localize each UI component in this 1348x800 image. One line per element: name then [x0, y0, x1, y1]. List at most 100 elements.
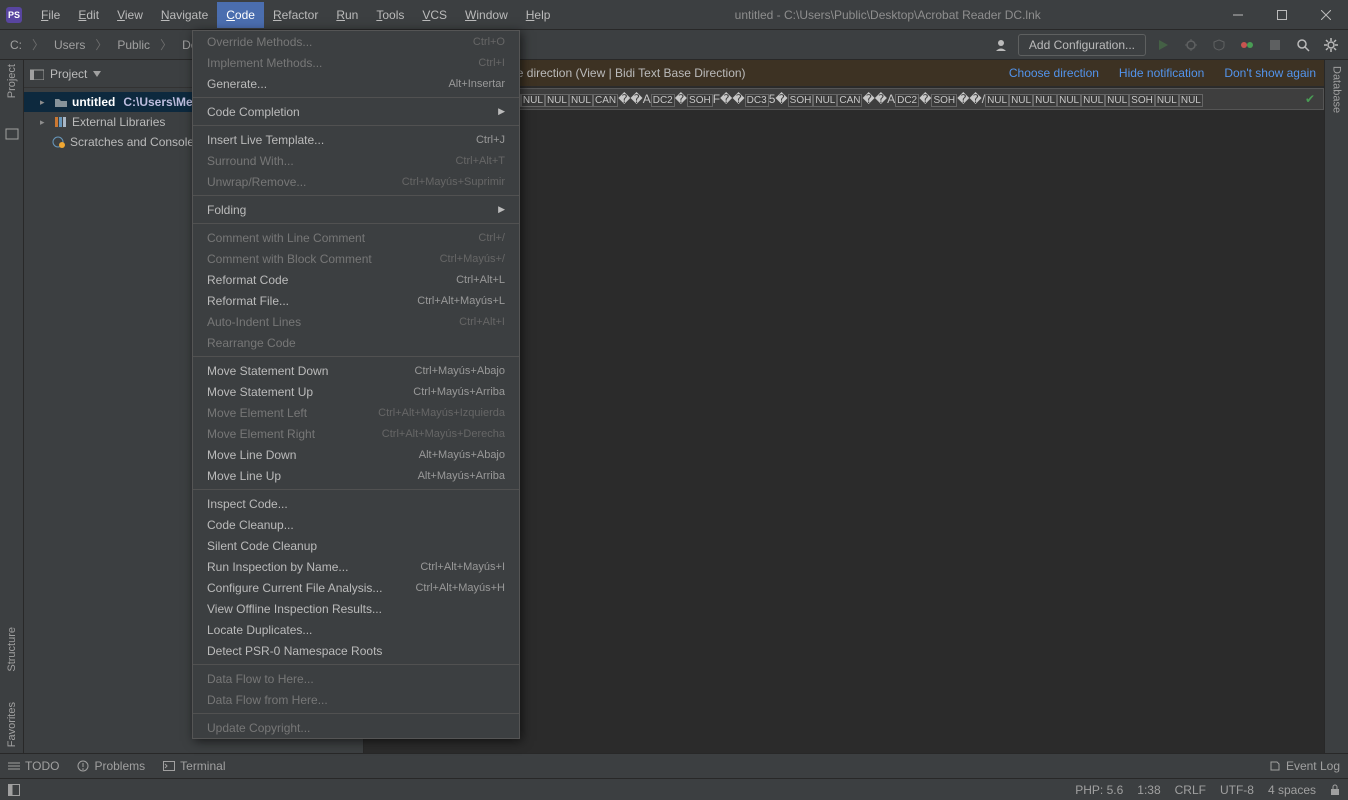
- menu-edit[interactable]: Edit: [69, 2, 108, 28]
- menu-item: Rearrange Code: [193, 332, 519, 353]
- menu-item[interactable]: Move Line DownAlt+Mayús+Abajo: [193, 444, 519, 465]
- menu-item[interactable]: Locate Duplicates...: [193, 619, 519, 640]
- menu-item: Update Copyright...: [193, 717, 519, 738]
- run-icon[interactable]: [1152, 34, 1174, 56]
- menu-view[interactable]: View: [108, 2, 152, 28]
- breadcrumb-item[interactable]: C:: [6, 36, 26, 54]
- breadcrumb-separator-icon: 〉: [156, 34, 176, 55]
- eventlog-icon: [1269, 760, 1281, 772]
- menu-item[interactable]: Code Completion▶: [193, 101, 519, 122]
- menu-item: Move Element LeftCtrl+Alt+Mayús+Izquierd…: [193, 402, 519, 423]
- structure-tool-tab[interactable]: Structure: [6, 627, 18, 672]
- menu-item[interactable]: Reformat File...Ctrl+Alt+Mayús+L: [193, 290, 519, 311]
- menu-vcs[interactable]: VCS: [413, 2, 456, 28]
- status-position[interactable]: 1:38: [1137, 783, 1160, 797]
- menu-item: Unwrap/Remove...Ctrl+Mayús+Suprimir: [193, 171, 519, 192]
- menu-item[interactable]: Insert Live Template...Ctrl+J: [193, 129, 519, 150]
- eventlog-tool-button[interactable]: Event Log: [1269, 759, 1340, 773]
- todo-icon: [8, 761, 20, 771]
- menu-item: Data Flow to Here...: [193, 668, 519, 689]
- chevron-down-icon[interactable]: [93, 71, 101, 77]
- breadcrumb-item[interactable]: Users: [50, 36, 89, 54]
- menu-help[interactable]: Help: [517, 2, 560, 28]
- menu-item[interactable]: Move Statement UpCtrl+Mayús+Arriba: [193, 381, 519, 402]
- menu-item[interactable]: Silent Code Cleanup: [193, 535, 519, 556]
- settings-icon[interactable]: [1320, 34, 1342, 56]
- menu-item: Implement Methods...Ctrl+I: [193, 52, 519, 73]
- eventlog-label: Event Log: [1286, 759, 1340, 773]
- menu-refactor[interactable]: Refactor: [264, 2, 327, 28]
- close-button[interactable]: [1304, 0, 1348, 30]
- menu-item[interactable]: Reformat CodeCtrl+Alt+L: [193, 269, 519, 290]
- minimize-button[interactable]: [1216, 0, 1260, 30]
- status-encoding[interactable]: UTF-8: [1220, 783, 1254, 797]
- coverage-icon[interactable]: [1208, 34, 1230, 56]
- problems-label: Problems: [94, 759, 145, 773]
- app-logo: PS: [6, 7, 22, 23]
- close-icon: [1321, 10, 1331, 20]
- todo-tool-button[interactable]: TODO: [8, 759, 59, 773]
- toolwindows-toggle-icon[interactable]: [8, 784, 20, 796]
- menu-item: Move Element RightCtrl+Alt+Mayús+Derecha: [193, 423, 519, 444]
- library-icon: [54, 116, 68, 128]
- status-line-ending[interactable]: CRLF: [1175, 783, 1206, 797]
- menu-code[interactable]: Code: [217, 2, 264, 28]
- title-bar: PS FileEditViewNavigateCodeRefactorRunTo…: [0, 0, 1348, 30]
- menu-item[interactable]: Folding▶: [193, 199, 519, 220]
- terminal-icon: [163, 761, 175, 771]
- maximize-button[interactable]: [1260, 0, 1304, 30]
- favorites-tool-tab[interactable]: Favorites: [6, 702, 18, 747]
- status-indent[interactable]: 4 spaces: [1268, 783, 1316, 797]
- stop-icon[interactable]: [1264, 34, 1286, 56]
- problems-tool-button[interactable]: Problems: [77, 759, 145, 773]
- analysis-ok-icon[interactable]: ✔: [1305, 92, 1315, 106]
- search-icon[interactable]: [1292, 34, 1314, 56]
- menu-item: Override Methods...Ctrl+O: [193, 31, 519, 52]
- menu-run[interactable]: Run: [327, 2, 367, 28]
- menu-item[interactable]: Inspect Code...: [193, 493, 519, 514]
- bookmark-icon[interactable]: [5, 128, 19, 140]
- menu-item: Auto-Indent LinesCtrl+Alt+I: [193, 311, 519, 332]
- maximize-icon: [1277, 10, 1287, 20]
- menu-item: Surround With...Ctrl+Alt+T: [193, 150, 519, 171]
- menu-window[interactable]: Window: [456, 2, 517, 28]
- breadcrumb-separator-icon: 〉: [28, 34, 48, 55]
- bottom-toolstrip: TODO Problems Terminal Event Log: [0, 753, 1348, 778]
- left-tool-gutter: Project Structure Favorites: [0, 60, 24, 753]
- menu-item: Comment with Block CommentCtrl+Mayús+/: [193, 248, 519, 269]
- terminal-tool-button[interactable]: Terminal: [163, 759, 225, 773]
- breadcrumb-item[interactable]: Public: [113, 36, 154, 54]
- user-icon[interactable]: [990, 34, 1012, 56]
- add-configuration-button[interactable]: Add Configuration...: [1018, 34, 1146, 56]
- terminal-label: Terminal: [180, 759, 225, 773]
- menu-item[interactable]: Configure Current File Analysis...Ctrl+A…: [193, 577, 519, 598]
- menu-item[interactable]: Move Statement DownCtrl+Mayús+Abajo: [193, 360, 519, 381]
- menu-item[interactable]: Move Line UpAlt+Mayús+Arriba: [193, 465, 519, 486]
- choose-direction-link[interactable]: Choose direction: [1009, 66, 1099, 80]
- hide-notification-link[interactable]: Hide notification: [1119, 66, 1204, 80]
- scratch-icon: [52, 136, 66, 148]
- project-tool-tab[interactable]: Project: [6, 64, 18, 98]
- status-bar: PHP: 5.6 1:38 CRLF UTF-8 4 spaces: [0, 778, 1348, 800]
- dont-show-again-link[interactable]: Don't show again: [1224, 66, 1316, 80]
- folder-icon: [54, 96, 68, 108]
- project-view-icon: [30, 68, 44, 80]
- breadcrumb-separator-icon: 〉: [91, 34, 111, 55]
- menu-item[interactable]: Generate...Alt+Insertar: [193, 73, 519, 94]
- database-tool-tab[interactable]: Database: [1331, 60, 1343, 113]
- menu-navigate[interactable]: Navigate: [152, 2, 217, 28]
- project-name: untitled: [72, 95, 115, 109]
- menu-item[interactable]: Code Cleanup...: [193, 514, 519, 535]
- menu-file[interactable]: File: [32, 2, 69, 28]
- status-php[interactable]: PHP: 5.6: [1075, 783, 1123, 797]
- listen-icon[interactable]: [1236, 34, 1258, 56]
- debug-icon[interactable]: [1180, 34, 1202, 56]
- menu-item[interactable]: View Offline Inspection Results...: [193, 598, 519, 619]
- menu-item[interactable]: Run Inspection by Name...Ctrl+Alt+Mayús+…: [193, 556, 519, 577]
- menu-item[interactable]: Detect PSR-0 Namespace Roots: [193, 640, 519, 661]
- status-lock-icon[interactable]: [1330, 784, 1340, 796]
- right-tool-gutter: Database: [1324, 60, 1348, 753]
- external-libraries-label: External Libraries: [72, 115, 165, 129]
- menu-tools[interactable]: Tools: [367, 2, 413, 28]
- window-title: untitled - C:\Users\Public\Desktop\Acrob…: [559, 8, 1216, 22]
